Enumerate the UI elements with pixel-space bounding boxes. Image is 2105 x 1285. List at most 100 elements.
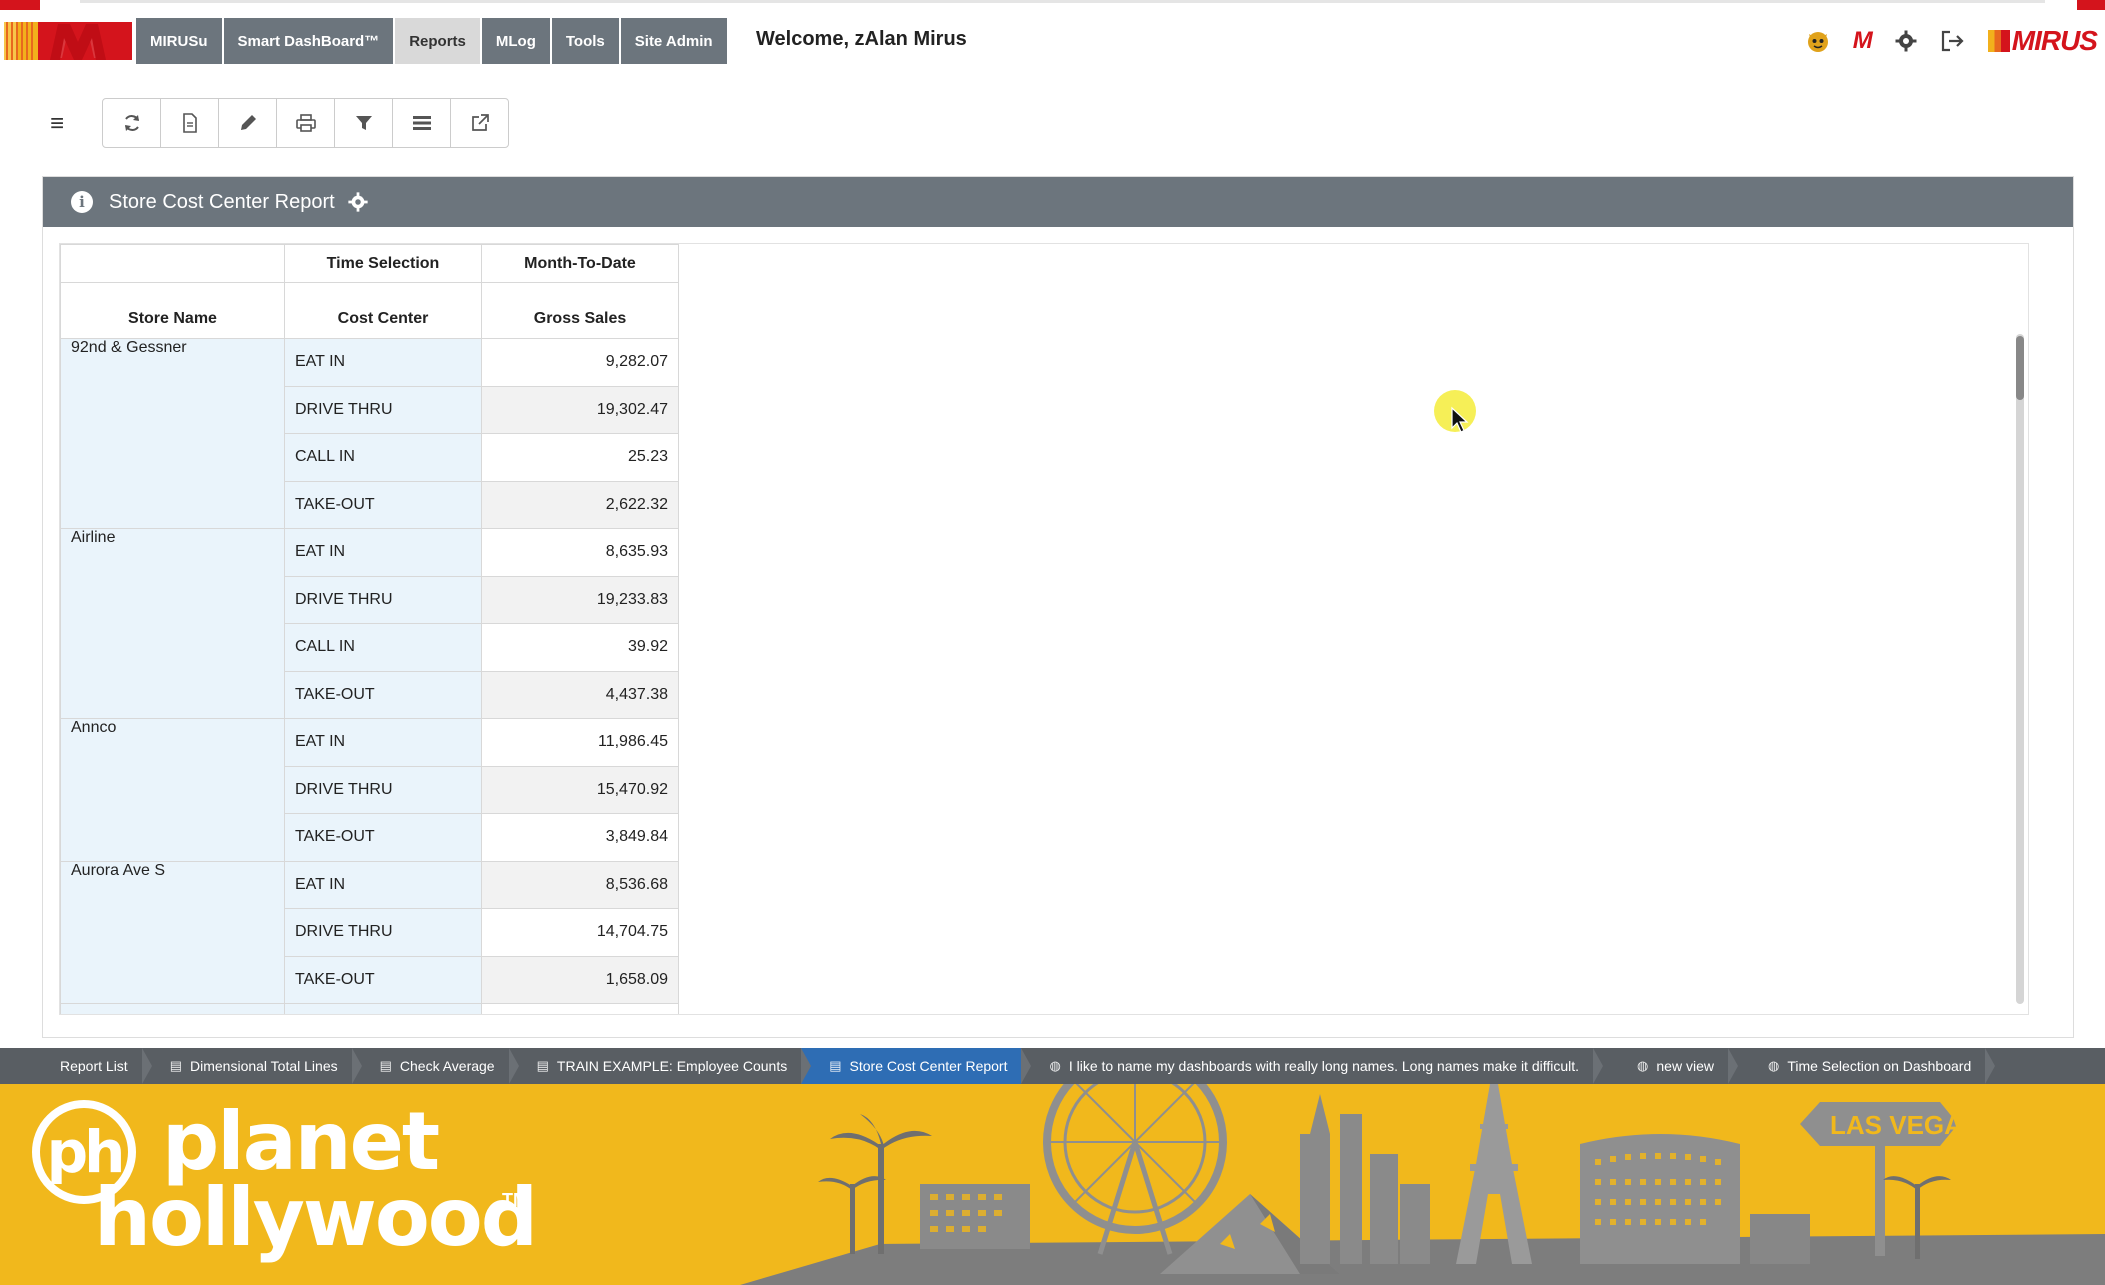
crumb-dimensional-total-lines[interactable]: ▤ Dimensional Total Lines bbox=[142, 1048, 362, 1084]
header-time-selection[interactable]: Time Selection bbox=[284, 244, 482, 283]
cost-center-cell: CALL IN bbox=[284, 433, 482, 482]
gross-sales-cell: 15,470.92 bbox=[481, 765, 679, 814]
vertical-scrollbar-thumb[interactable] bbox=[2016, 336, 2024, 400]
gross-sales-cell: 19,302.47 bbox=[481, 385, 679, 434]
cost-center-cell: TAKE-OUT bbox=[284, 813, 482, 862]
crumb-long-dashboard-name[interactable]: ◍ I like to name my dashboards with reall… bbox=[1021, 1048, 1603, 1084]
nav-right-icons: M MIRUS bbox=[1805, 24, 2098, 58]
nav-tabs: MIRUSu Smart DashBoard™ Reports MLog Too… bbox=[136, 18, 729, 64]
open-external-button[interactable] bbox=[450, 98, 509, 148]
crumb-label: Report List bbox=[60, 1058, 128, 1074]
crumb-train-example[interactable]: ▤ TRAIN EXAMPLE: Employee Counts bbox=[509, 1048, 811, 1084]
print-icon bbox=[295, 114, 316, 132]
wordmark-line-1: planet bbox=[162, 1095, 440, 1188]
tab-smart-dashboard[interactable]: Smart DashBoard™ bbox=[223, 18, 396, 64]
gross-sales-cell bbox=[481, 1003, 679, 1014]
gross-sales-cell: 11,986.45 bbox=[481, 718, 679, 767]
cost-center-cell bbox=[284, 1003, 482, 1014]
cost-center-cell: TAKE-OUT bbox=[284, 955, 482, 1004]
document-icon: ▤ bbox=[379, 1058, 392, 1073]
document-icon: ▤ bbox=[169, 1058, 182, 1073]
sign-out-icon[interactable] bbox=[1940, 29, 1966, 53]
header-store-name[interactable]: Store Name bbox=[60, 282, 285, 339]
report-panel-header: i Store Cost Center Report bbox=[43, 177, 2073, 227]
mascot-icon[interactable] bbox=[1805, 28, 1831, 54]
cost-center-cell: CALL IN bbox=[284, 623, 482, 672]
report-table-container[interactable]: Time Selection Month-To-Date Store Name … bbox=[59, 243, 2029, 1015]
cost-center-cell: EAT IN bbox=[284, 528, 482, 577]
crumb-check-average[interactable]: ▤ Check Average bbox=[352, 1048, 519, 1084]
crumb-label: new view bbox=[1656, 1058, 1714, 1074]
crumb-report-list[interactable]: Report List bbox=[0, 1048, 152, 1084]
mouse-pointer-icon bbox=[1451, 406, 1469, 433]
export-document-button[interactable] bbox=[160, 98, 219, 148]
cost-center-cell: DRIVE THRU bbox=[284, 765, 482, 814]
info-icon[interactable]: i bbox=[71, 191, 93, 213]
crumb-time-selection-dashboard[interactable]: ◍ Time Selection on Dashboard bbox=[1728, 1048, 1996, 1084]
gross-sales-cell: 4,437.38 bbox=[481, 670, 679, 719]
mirus-brand-logo[interactable]: MIRUS bbox=[1987, 25, 2098, 57]
tab-site-admin[interactable]: Site Admin bbox=[620, 18, 729, 64]
document-icon: ▤ bbox=[829, 1058, 842, 1073]
columns-button[interactable] bbox=[392, 98, 451, 148]
document-icon bbox=[182, 113, 197, 133]
screen: MIRUSu Smart DashBoard™ Reports MLog Too… bbox=[0, 0, 2105, 1285]
dashboard-icon: ◍ bbox=[1767, 1058, 1780, 1073]
store-name-cell: Airline bbox=[60, 528, 285, 719]
welcome-message: Welcome, zAlan Mirus bbox=[756, 28, 967, 50]
header-gross-sales[interactable]: Gross Sales bbox=[481, 282, 679, 339]
header-month-to-date[interactable]: Month-To-Date bbox=[481, 244, 679, 283]
crumb-new-view[interactable]: ◍ new view bbox=[1593, 1048, 1738, 1084]
gross-sales-cell: 19,233.83 bbox=[481, 575, 679, 624]
top-navbar: MIRUSu Smart DashBoard™ Reports MLog Too… bbox=[0, 18, 2105, 64]
crumb-label: Check Average bbox=[399, 1058, 495, 1074]
report-panel: i Store Cost Center Report Time Selectio… bbox=[42, 176, 2074, 1038]
menu-hamburger-icon[interactable]: ≡ bbox=[50, 110, 64, 138]
report-settings-gear-icon[interactable] bbox=[347, 191, 369, 213]
tab-mirusu[interactable]: MIRUSu bbox=[136, 18, 224, 64]
dashboard-icon: ◍ bbox=[1049, 1058, 1061, 1073]
refresh-button[interactable] bbox=[102, 98, 161, 148]
gross-sales-cell: 3,849.84 bbox=[481, 813, 679, 862]
crumb-label: TRAIN EXAMPLE: Employee Counts bbox=[556, 1058, 788, 1074]
crumb-store-cost-center-report[interactable]: ▤ Store Cost Center Report bbox=[801, 1048, 1032, 1084]
refresh-icon bbox=[124, 115, 139, 131]
cost-center-cell: DRIVE THRU bbox=[284, 385, 482, 434]
gross-sales-cell: 1,658.09 bbox=[481, 955, 679, 1004]
m-logo-icon[interactable]: M bbox=[1853, 27, 1873, 55]
dashboard-icon: ◍ bbox=[1637, 1058, 1649, 1073]
report-table: Time Selection Month-To-Date Store Name … bbox=[60, 244, 679, 1014]
window-top-frame bbox=[0, 0, 2105, 10]
print-button[interactable] bbox=[276, 98, 335, 148]
gross-sales-cell: 2,622.32 bbox=[481, 480, 679, 529]
tab-tools[interactable]: Tools bbox=[551, 18, 621, 64]
gear-icon[interactable] bbox=[1894, 29, 1918, 53]
store-name-cell: Aurora Ave S bbox=[60, 860, 285, 1004]
vertical-scrollbar-track[interactable] bbox=[2016, 334, 2024, 1004]
filter-button[interactable] bbox=[334, 98, 393, 148]
tab-mlog[interactable]: MLog bbox=[481, 18, 552, 64]
external-link-icon bbox=[471, 114, 489, 131]
report-toolbar bbox=[102, 98, 509, 148]
tab-reports[interactable]: Reports bbox=[395, 18, 482, 64]
list-icon bbox=[412, 116, 431, 130]
planet-hollywood-banner: ph planet hollywood TM LAS VEGAS bbox=[0, 1084, 2105, 1285]
cost-center-cell: TAKE-OUT bbox=[284, 670, 482, 719]
gross-sales-cell: 25.23 bbox=[481, 433, 679, 482]
table-row: 92nd & Gessner EAT IN 9,282.07 bbox=[60, 338, 679, 529]
edit-button[interactable] bbox=[218, 98, 277, 148]
cost-center-cell: EAT IN bbox=[284, 718, 482, 767]
header-cost-center[interactable]: Cost Center bbox=[284, 282, 482, 339]
cost-center-cell: EAT IN bbox=[284, 338, 482, 387]
trademark-mark: TM bbox=[502, 1190, 528, 1210]
cost-center-cell: DRIVE THRU bbox=[284, 575, 482, 624]
cost-center-cell: DRIVE THRU bbox=[284, 908, 482, 957]
frame-accent-right bbox=[2077, 0, 2105, 10]
table-row: Aurora Ave S EAT IN 8,536.68 bbox=[60, 860, 679, 1004]
las-vegas-sign-text: LAS VEGAS bbox=[1830, 1110, 1980, 1140]
table-row: Annco EAT IN 11,986.45 bbox=[60, 718, 679, 862]
store-name-cell bbox=[60, 1003, 285, 1014]
mirus-logo-icon[interactable] bbox=[4, 22, 132, 60]
store-name-cell: Annco bbox=[60, 718, 285, 862]
crumb-label: Store Cost Center Report bbox=[849, 1058, 1008, 1074]
